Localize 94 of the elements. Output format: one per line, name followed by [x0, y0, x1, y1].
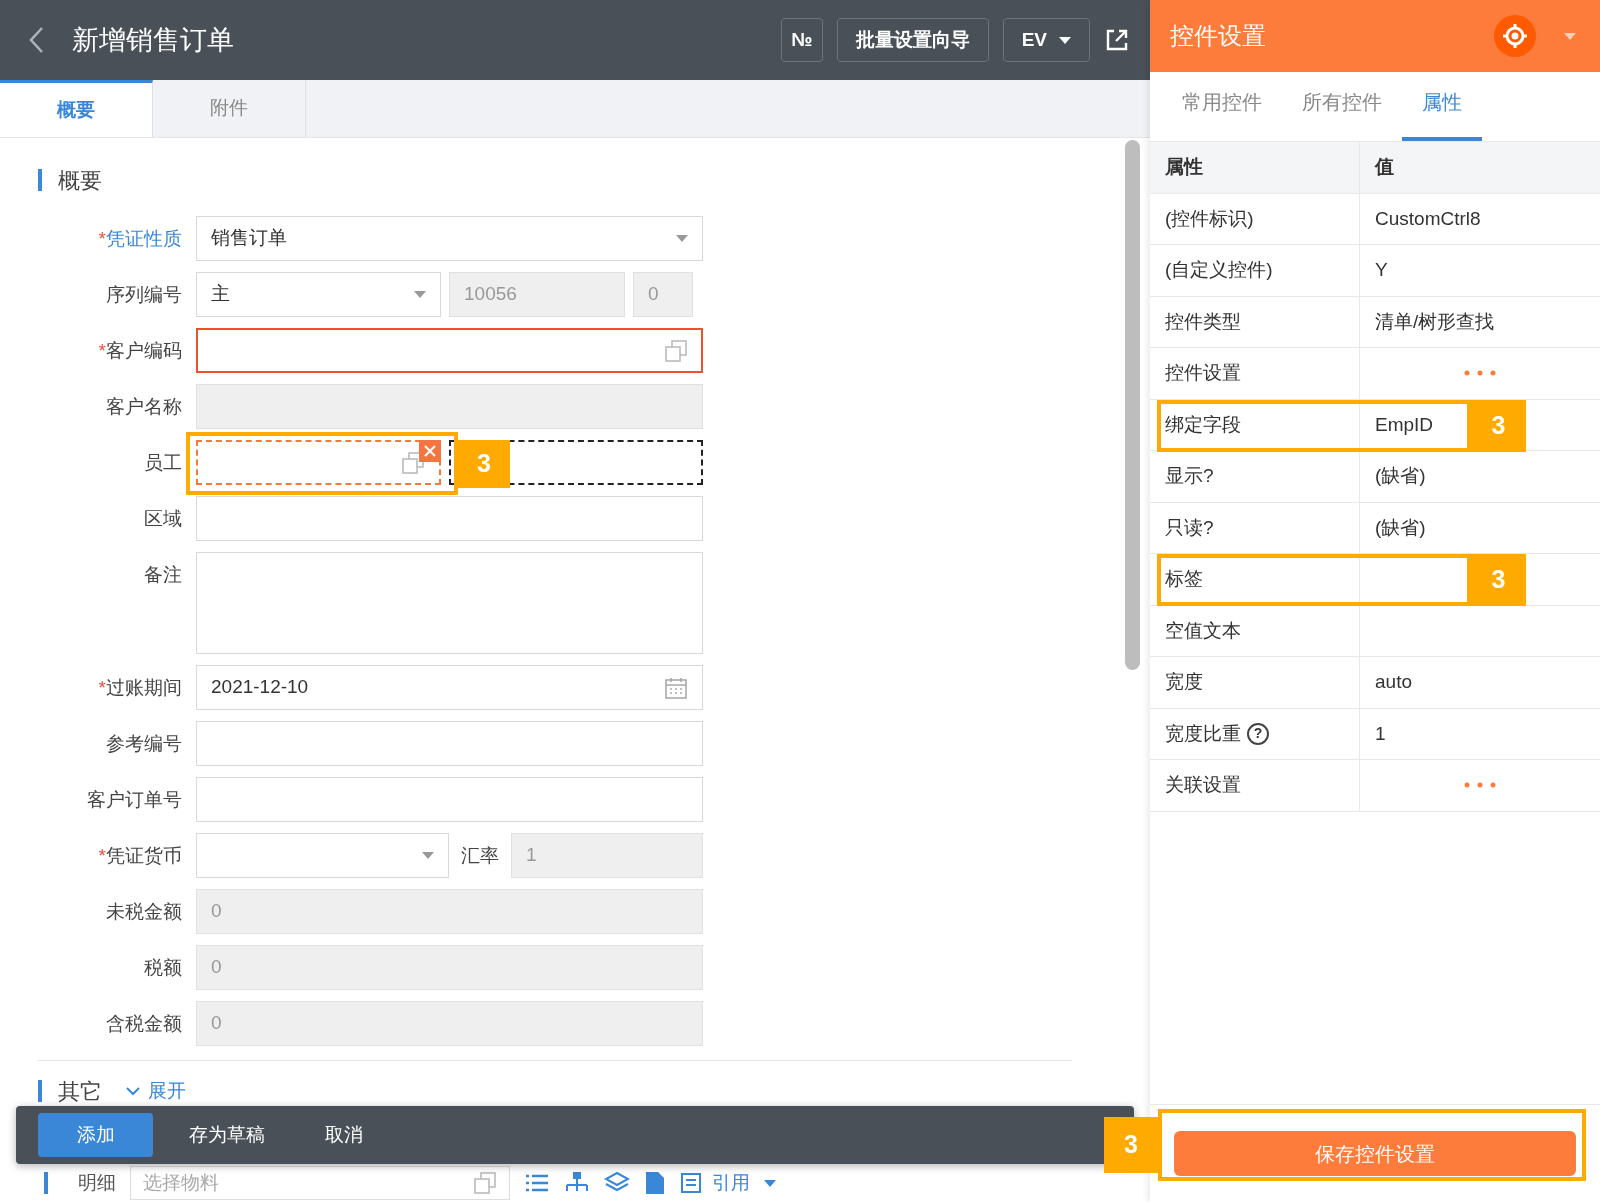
property-name: 控件类型: [1165, 309, 1241, 334]
target-icon: [1502, 23, 1528, 49]
toolbar-button[interactable]: №: [781, 18, 823, 62]
panel-title: 控件设置: [1170, 21, 1267, 51]
lookup-field[interactable]: [196, 328, 703, 373]
field-label: 区域: [143, 507, 183, 531]
lookup-field[interactable]: [196, 440, 441, 485]
tab[interactable]: 所有控件: [1282, 87, 1402, 141]
field-label: *过账期间: [97, 676, 183, 700]
section-title: 明细: [78, 1170, 116, 1195]
section-title: 其它: [58, 1077, 102, 1106]
dropdown-button[interactable]: EV: [1002, 18, 1090, 62]
column-header: 属性: [1150, 142, 1360, 194]
save-button[interactable]: 保存控件设置: [1174, 1131, 1576, 1176]
property-value: EmpID: [1375, 412, 1434, 437]
callout-badge: 3: [1104, 1117, 1158, 1173]
date-field[interactable]: 2021-12-10: [196, 665, 703, 710]
lookup-icon: [401, 450, 425, 475]
field-label: 参考编号: [105, 732, 183, 756]
property-name: 关联设置: [1165, 773, 1241, 797]
caret-icon: [1059, 36, 1071, 44]
caret-icon: [414, 291, 426, 298]
tab[interactable]: 附件: [153, 80, 306, 137]
tab[interactable]: 常用控件: [1162, 87, 1282, 141]
back-icon[interactable]: [28, 26, 44, 54]
property-name: 只读?: [1165, 515, 1214, 540]
search-field[interactable]: 选择物料: [130, 1166, 510, 1200]
help-icon[interactable]: ?: [1247, 722, 1269, 745]
field-label: 客户名称: [105, 395, 183, 419]
more-icon[interactable]: [1463, 781, 1497, 790]
field-label: 含税金额: [105, 1012, 183, 1036]
field-label: 员工: [143, 451, 183, 475]
input-field[interactable]: [196, 777, 703, 822]
page-title: 新增销售订单: [72, 23, 235, 57]
chevron-icon: [126, 1086, 140, 1096]
field-label: *凭证性质: [97, 227, 183, 251]
action-button[interactable]: 取消: [301, 1113, 387, 1157]
property-value: CustomCtrl8: [1375, 206, 1481, 231]
property-name: (控件标识): [1165, 206, 1254, 231]
property-name: (自定义控件): [1165, 258, 1273, 282]
more-icon[interactable]: [1463, 369, 1497, 378]
scrollbar[interactable]: [1125, 140, 1140, 670]
callout-badge: 3: [458, 440, 510, 488]
dropdown[interactable]: 主: [196, 272, 441, 317]
property-name: 标签: [1165, 567, 1203, 591]
property-name: 宽度比重: [1165, 721, 1241, 746]
input-field[interactable]: [196, 721, 703, 766]
property-value: (缺省): [1375, 515, 1426, 540]
property-value: Y: [1375, 258, 1388, 282]
field-label: 序列编号: [105, 283, 183, 307]
reference-button[interactable]: 引用: [680, 1168, 750, 1198]
caret-icon: [763, 1179, 776, 1187]
list-icon[interactable]: [524, 1172, 550, 1194]
property-name: 绑定字段: [1165, 412, 1241, 437]
lookup-icon: [664, 338, 688, 363]
field-label: *凭证货币: [97, 844, 183, 868]
list-icon: [680, 1172, 702, 1194]
calendar-icon: [664, 675, 688, 700]
share-icon[interactable]: [1104, 27, 1130, 53]
section-marker: [38, 1080, 42, 1102]
property-name: 空值文本: [1165, 618, 1241, 643]
property-name: 控件设置: [1165, 361, 1241, 385]
callout-badge: 3: [1471, 554, 1526, 606]
toolbar-button[interactable]: 批量设置向导: [836, 18, 989, 62]
section-marker: [44, 1172, 48, 1194]
field-label: 客户订单号: [86, 788, 183, 812]
property-value: (缺省): [1375, 464, 1426, 488]
field-label: 汇率: [460, 844, 500, 868]
field-label: 未税金额: [105, 900, 183, 924]
field-label: 备注: [143, 563, 183, 587]
dropdown[interactable]: 销售订单: [196, 216, 703, 261]
property-value: 清单/树形查找: [1375, 309, 1495, 334]
lookup-icon: [473, 1171, 497, 1195]
action-button[interactable]: 存为草稿: [165, 1113, 289, 1157]
section-title: 概要: [58, 166, 102, 195]
property-value: 1: [1375, 721, 1386, 746]
property-value: auto: [1375, 670, 1412, 694]
document-icon[interactable]: [644, 1171, 666, 1195]
callout-badge: 3: [1471, 399, 1526, 452]
expand-link[interactable]: 展开: [126, 1076, 186, 1106]
property-name: 显示?: [1165, 464, 1214, 488]
text-area[interactable]: [196, 552, 703, 654]
caret-icon[interactable]: [1564, 32, 1576, 40]
add-button[interactable]: 添加: [38, 1113, 153, 1157]
section-marker: [38, 169, 42, 191]
caret-icon: [676, 235, 688, 242]
input-field[interactable]: [196, 496, 703, 541]
field-label: *客户编码: [97, 339, 183, 363]
dropdown[interactable]: [196, 833, 449, 878]
property-name: 宽度: [1165, 670, 1203, 694]
tab[interactable]: 概要: [0, 80, 153, 137]
field-label: 税额: [143, 956, 183, 980]
caret-icon: [422, 852, 434, 859]
column-header: 值: [1360, 142, 1600, 194]
